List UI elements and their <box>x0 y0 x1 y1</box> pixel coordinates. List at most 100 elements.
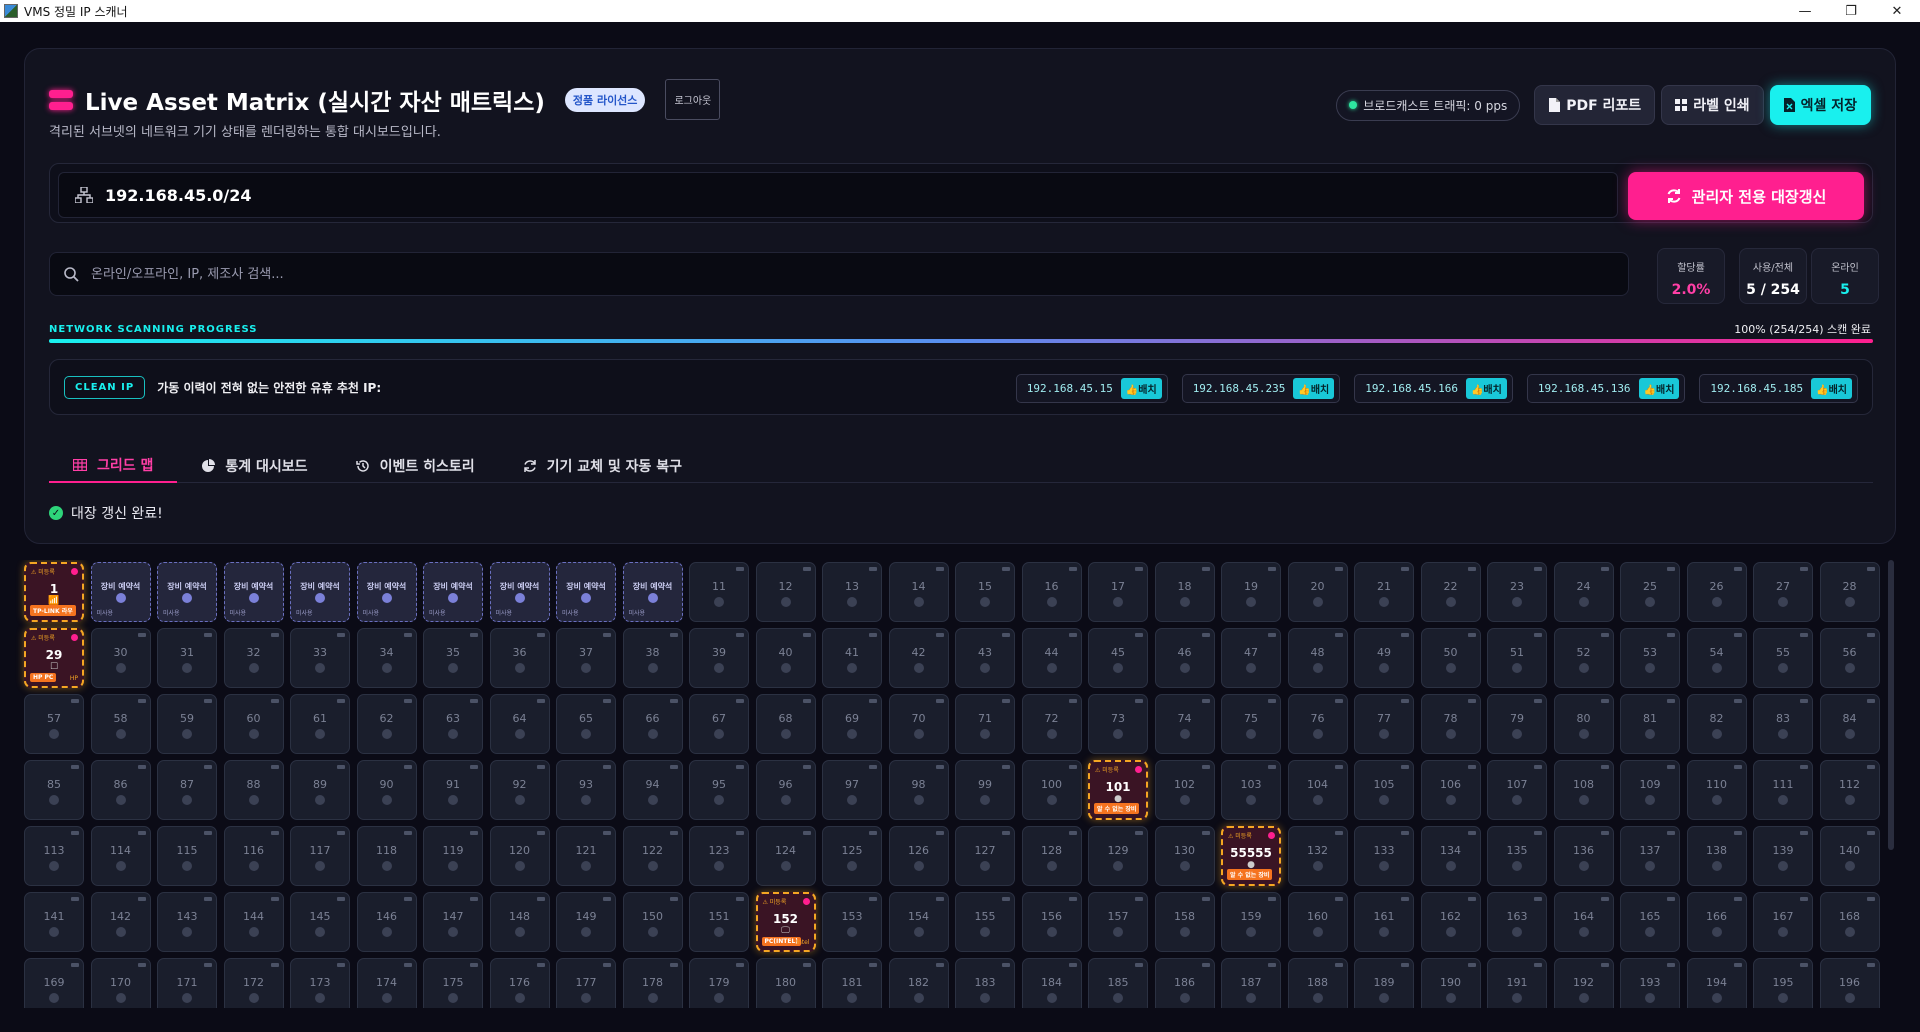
ip-cell[interactable]: 59 <box>157 694 217 754</box>
ip-cell[interactable]: 74 <box>1154 694 1215 754</box>
grid-scrollbar[interactable] <box>1888 560 1894 850</box>
ip-cell[interactable]: 196 <box>1819 958 1880 1008</box>
ip-cell-alert[interactable]: ⚠ 미등록 1 📶 TP-LINK 라우 <box>24 562 84 622</box>
ip-cell[interactable]: 148 <box>489 892 550 952</box>
ip-cell[interactable]: 46 <box>1154 628 1215 688</box>
ip-cell-reserved[interactable]: 장비 예약석 미사용 <box>90 562 151 622</box>
ip-cell[interactable]: 145 <box>290 892 350 952</box>
ip-cell[interactable]: 123 <box>689 826 749 886</box>
ip-cell[interactable]: 184 <box>1021 958 1082 1008</box>
ip-cell[interactable]: 151 <box>689 892 749 952</box>
excel-save-button[interactable]: 엑셀 저장 <box>1769 85 1871 125</box>
ip-cell[interactable]: 33 <box>290 628 350 688</box>
ip-cell[interactable]: 68 <box>755 694 816 754</box>
ip-cell[interactable]: 97 <box>822 760 882 820</box>
ip-cell[interactable]: 31 <box>157 628 217 688</box>
ip-cell-reserved[interactable]: 장비 예약석 미사용 <box>290 562 350 622</box>
ip-cell[interactable]: 159 <box>1221 892 1281 952</box>
ip-cell[interactable]: 104 <box>1287 760 1348 820</box>
ip-cell[interactable]: 128 <box>1021 826 1082 886</box>
ip-cell[interactable]: 189 <box>1354 958 1414 1008</box>
ip-cell[interactable]: 92 <box>489 760 550 820</box>
ip-cell[interactable]: 191 <box>1487 958 1547 1008</box>
ip-cell[interactable]: 27 <box>1753 562 1813 622</box>
ip-cell[interactable]: 154 <box>888 892 949 952</box>
ip-cell[interactable]: 166 <box>1686 892 1747 952</box>
ip-cell[interactable]: 22 <box>1420 562 1481 622</box>
ip-cell[interactable]: 162 <box>1420 892 1481 952</box>
ip-cell[interactable]: 188 <box>1287 958 1348 1008</box>
ip-cell[interactable]: 24 <box>1553 562 1614 622</box>
ip-cell[interactable]: 83 <box>1753 694 1813 754</box>
ip-cell[interactable]: 32 <box>223 628 284 688</box>
ip-cell[interactable]: 135 <box>1487 826 1547 886</box>
ip-cell-reserved[interactable]: 장비 예약석 미사용 <box>223 562 284 622</box>
ip-cell[interactable]: 21 <box>1354 562 1414 622</box>
ip-cell[interactable]: 56 <box>1819 628 1880 688</box>
ip-cell[interactable]: 174 <box>356 958 417 1008</box>
ip-cell[interactable]: 45 <box>1088 628 1148 688</box>
ip-cell[interactable]: 43 <box>955 628 1015 688</box>
ip-cell[interactable]: 114 <box>90 826 151 886</box>
ip-cell[interactable]: 118 <box>356 826 417 886</box>
ip-cell[interactable]: 17 <box>1088 562 1148 622</box>
ip-cell[interactable]: 13 <box>822 562 882 622</box>
ip-cell[interactable]: 19 <box>1221 562 1281 622</box>
ip-cell[interactable]: 38 <box>622 628 683 688</box>
ip-cell-alert[interactable]: ⚠ 미등록 101 ● 알 수 없는 장비 <box>1088 760 1148 820</box>
ip-cell[interactable]: 173 <box>290 958 350 1008</box>
ip-cell[interactable]: 41 <box>822 628 882 688</box>
ip-cell[interactable]: 18 <box>1154 562 1215 622</box>
ip-cell[interactable]: 167 <box>1753 892 1813 952</box>
ip-cell[interactable]: 133 <box>1354 826 1414 886</box>
ip-cell[interactable]: 57 <box>24 694 84 754</box>
ip-cell[interactable]: 119 <box>423 826 483 886</box>
ip-cell[interactable]: 76 <box>1287 694 1348 754</box>
ip-cell[interactable]: 28 <box>1819 562 1880 622</box>
ip-cell[interactable]: 47 <box>1221 628 1281 688</box>
ip-cell[interactable]: 169 <box>24 958 84 1008</box>
ip-cell[interactable]: 65 <box>556 694 616 754</box>
ip-cell[interactable]: 194 <box>1686 958 1747 1008</box>
ip-cell[interactable]: 116 <box>223 826 284 886</box>
ip-cell[interactable]: 78 <box>1420 694 1481 754</box>
ip-cell[interactable]: 193 <box>1620 958 1680 1008</box>
ip-cell[interactable]: 122 <box>622 826 683 886</box>
assign-button[interactable]: 👍배치 <box>1811 378 1852 399</box>
ip-cell[interactable]: 90 <box>356 760 417 820</box>
ip-cell[interactable]: 55 <box>1753 628 1813 688</box>
ip-cell[interactable]: 147 <box>423 892 483 952</box>
ip-cell[interactable]: 87 <box>157 760 217 820</box>
ip-cell[interactable]: 52 <box>1553 628 1614 688</box>
ip-cell[interactable]: 107 <box>1487 760 1547 820</box>
ip-cell[interactable]: 71 <box>955 694 1015 754</box>
maximize-button[interactable]: ❐ <box>1828 0 1874 22</box>
ip-cell[interactable]: 155 <box>955 892 1015 952</box>
ip-cell[interactable]: 142 <box>90 892 151 952</box>
ip-cell[interactable]: 138 <box>1686 826 1747 886</box>
ip-cell[interactable]: 143 <box>157 892 217 952</box>
ip-cell[interactable]: 161 <box>1354 892 1414 952</box>
ip-cell[interactable]: 125 <box>822 826 882 886</box>
ip-cell[interactable]: 181 <box>822 958 882 1008</box>
label-print-button[interactable]: 라벨 인쇄 <box>1661 85 1764 125</box>
ip-cell[interactable]: 192 <box>1553 958 1614 1008</box>
ip-cell[interactable]: 34 <box>356 628 417 688</box>
ip-cell[interactable]: 35 <box>423 628 483 688</box>
ip-cell[interactable]: 99 <box>955 760 1015 820</box>
ip-cell[interactable]: 72 <box>1021 694 1082 754</box>
ip-cell[interactable]: 121 <box>556 826 616 886</box>
ip-cell[interactable]: 48 <box>1287 628 1348 688</box>
ip-cell[interactable]: 126 <box>888 826 949 886</box>
ip-cell[interactable]: 102 <box>1154 760 1215 820</box>
ip-cell-alert[interactable]: ⚠ 미등록 29 ☐ HP PC HP <box>24 628 84 688</box>
ip-cell[interactable]: 124 <box>755 826 816 886</box>
ip-cell[interactable]: 164 <box>1553 892 1614 952</box>
ip-cell[interactable]: 51 <box>1487 628 1547 688</box>
ip-cell[interactable]: 106 <box>1420 760 1481 820</box>
ip-cell[interactable]: 179 <box>689 958 749 1008</box>
pdf-report-button[interactable]: PDF 리포트 <box>1534 85 1656 125</box>
ip-cell[interactable]: 85 <box>24 760 84 820</box>
ip-cell[interactable]: 58 <box>90 694 151 754</box>
ip-cell[interactable]: 112 <box>1819 760 1880 820</box>
